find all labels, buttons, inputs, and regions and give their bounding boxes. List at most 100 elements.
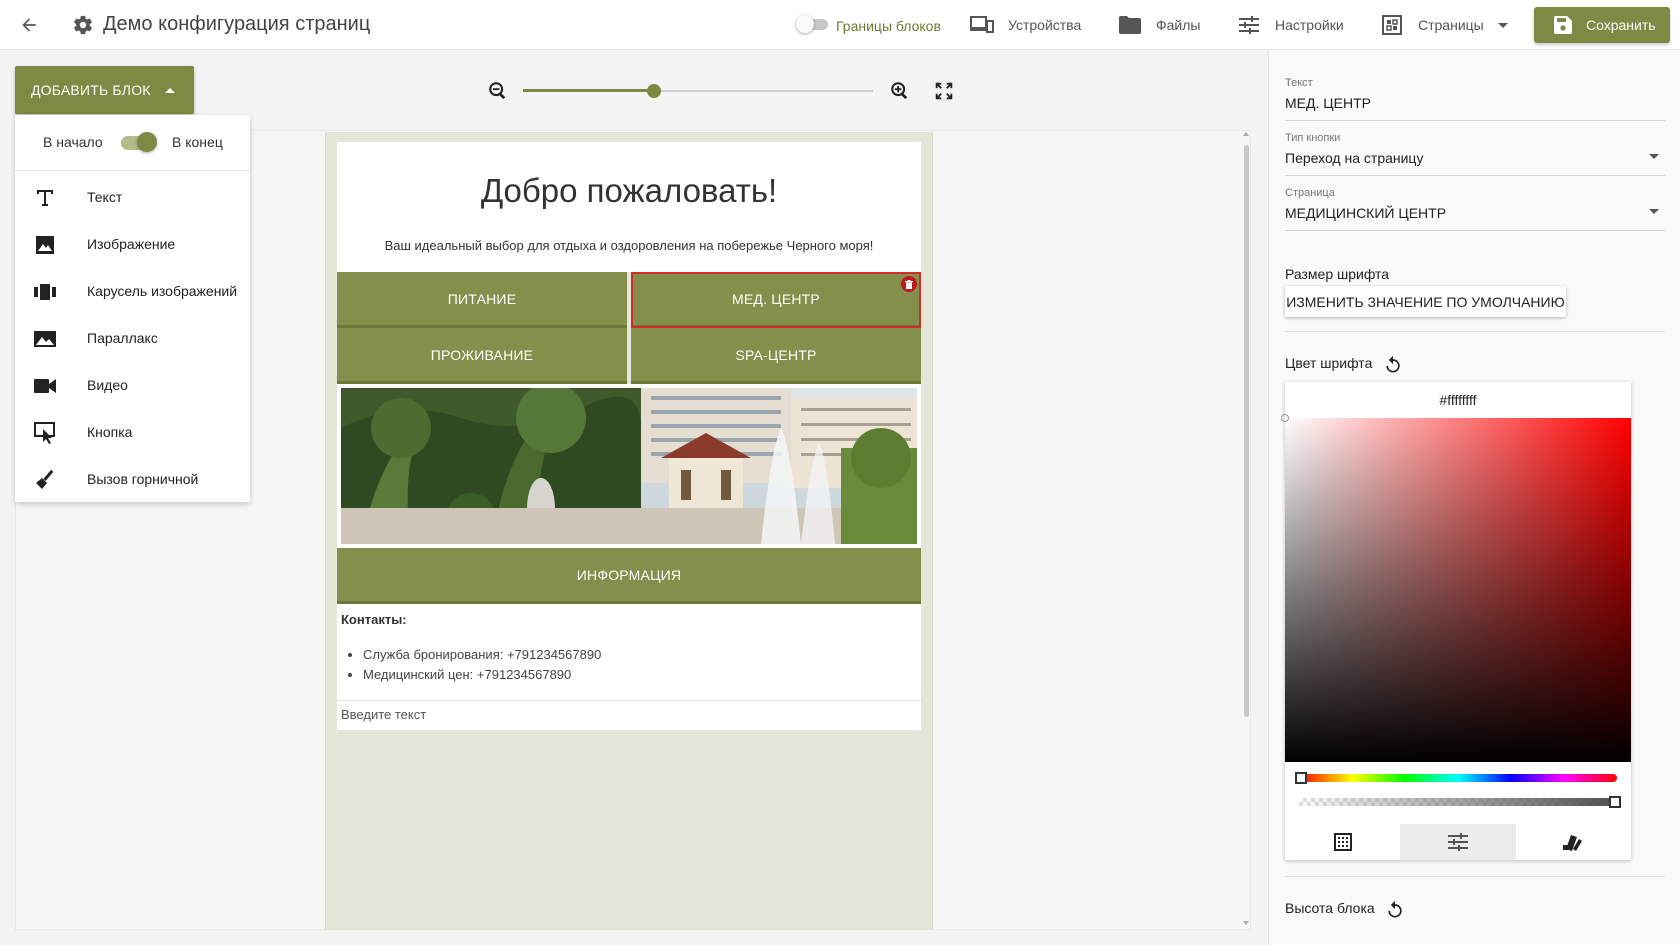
page-select[interactable]: Страница МЕДИЦИНСКИЙ ЦЕНТР [1285, 187, 1665, 231]
button-type-value: Переход на страницу [1285, 150, 1424, 166]
files-button[interactable]: Файлы [1118, 14, 1200, 36]
pages-button[interactable]: Страницы [1380, 14, 1508, 36]
folder-icon [1118, 14, 1142, 36]
change-default-button[interactable]: ИЗМЕНИТЬ ЗНАЧЕНИЕ ПО УМОЛЧАНИЮ [1285, 286, 1566, 317]
hue-slider[interactable] [1295, 772, 1617, 784]
menu-item-label: Текст [87, 189, 123, 205]
floppy-disk-icon [1554, 16, 1572, 34]
devices-label: Устройства [1008, 17, 1082, 33]
spa-center-button[interactable]: SPA-ЦЕНТР [631, 328, 921, 384]
button-type-select[interactable]: Тип кнопки Переход на страницу [1285, 132, 1665, 176]
settings-label: Настройки [1275, 17, 1344, 33]
trash-icon [905, 279, 913, 289]
scroll-down-arrow[interactable] [1243, 921, 1249, 925]
save-button[interactable]: Сохранить [1534, 7, 1670, 43]
page-select-label: Страница [1285, 187, 1335, 199]
new-text-block[interactable]: Введите текст [337, 701, 921, 730]
gear-icon [72, 14, 94, 36]
back-button[interactable] [16, 12, 42, 38]
menu-item-image[interactable]: Изображение [15, 221, 250, 268]
med-center-label: МЕД. ЦЕНТР [732, 290, 820, 307]
zoom-slider[interactable] [523, 82, 873, 100]
text-block-placeholder: Введите текст [341, 707, 427, 722]
settings-button[interactable]: Настройки [1237, 14, 1344, 36]
files-label: Файлы [1156, 17, 1201, 33]
menu-item-parallax[interactable]: Параллакс [15, 315, 250, 362]
menu-item-button[interactable]: Кнопка [15, 409, 250, 456]
alpha-slider[interactable] [1299, 796, 1621, 808]
menu-item-maid-call[interactable]: Вызов горничной [15, 456, 250, 503]
menu-item-video[interactable]: Видео [15, 362, 250, 409]
sliders-icon [1447, 833, 1468, 851]
button-grid-block: ПИТАНИЕ МЕД. ЦЕНТР ПРОЖИВАНИЕ SPA-ЦЕНТР [337, 272, 921, 384]
palette-grid-icon [1333, 833, 1352, 851]
add-block-button[interactable]: ДОБАВИТЬ БЛОК [15, 66, 194, 114]
contacts-text-block[interactable]: Контакты: Служба бронирования: +79123456… [337, 604, 921, 701]
image-block[interactable] [337, 384, 921, 548]
scroll-up-arrow[interactable] [1243, 132, 1249, 136]
resort-photo [341, 388, 917, 544]
text-field[interactable]: Текст МЕД. ЦЕНТР [1285, 77, 1665, 121]
save-label: Сохранить [1586, 17, 1656, 33]
menu-item-label: Параллакс [87, 330, 158, 346]
zoom-in-icon[interactable] [889, 80, 911, 102]
reset-icon[interactable] [1383, 355, 1403, 375]
canvas-scrollbar[interactable] [1244, 145, 1249, 717]
food-button[interactable]: ПИТАНИЕ [337, 272, 627, 328]
fullscreen-icon[interactable] [933, 80, 955, 102]
devices-button[interactable]: Устройства [970, 14, 1081, 36]
divider [1285, 876, 1665, 877]
hue-slider-handle[interactable] [1295, 772, 1307, 784]
menu-item-carousel[interactable]: Карусель изображений [15, 268, 250, 315]
alpha-slider-handle[interactable] [1609, 796, 1621, 808]
menu-item-text[interactable]: Текст [15, 174, 250, 221]
button-type-label: Тип кнопки [1285, 132, 1341, 144]
image-icon [33, 233, 57, 257]
zoom-out-icon[interactable] [487, 80, 509, 102]
delete-block-button[interactable] [901, 276, 917, 292]
contacts-list: Служба бронирования: +791234567890 Медиц… [363, 645, 601, 685]
divider [1285, 331, 1665, 332]
sv-handle[interactable] [1281, 414, 1289, 422]
insert-position-row: В начало В конец [15, 115, 250, 171]
accommodation-button[interactable]: ПРОЖИВАНИЕ [337, 328, 627, 384]
swatches-icon [1563, 835, 1583, 851]
page-preview: Добро пожаловать! Ваш идеальный выбор дл… [337, 142, 921, 730]
page-select-value: МЕДИЦИНСКИЙ ЦЕНТР [1285, 205, 1447, 221]
text-field-label: Текст [1285, 77, 1313, 89]
tab-palette[interactable] [1285, 824, 1400, 860]
app-title: Демо конфигурация страниц [103, 13, 371, 35]
reset-icon[interactable] [1385, 900, 1405, 920]
saturation-value-area[interactable] [1281, 414, 1631, 762]
menu-item-label: Кнопка [87, 424, 133, 440]
contacts-title: Контакты: [341, 612, 407, 627]
video-icon [33, 374, 57, 398]
top-bar: Демо конфигурация страниц Границы блоков… [0, 0, 1680, 50]
color-picker: #ffffffff [1281, 382, 1631, 860]
contact-booking: Служба бронирования: +791234567890 [363, 645, 601, 665]
insert-position-toggle[interactable] [121, 131, 157, 153]
properties-panel: Текст МЕД. ЦЕНТР Тип кнопки Переход на с… [1268, 50, 1680, 945]
arrow-left-icon [22, 18, 36, 32]
information-button[interactable]: ИНФОРМАЦИЯ [337, 548, 921, 604]
carousel-icon [33, 280, 57, 304]
tab-sliders[interactable] [1400, 824, 1516, 860]
color-hex-value[interactable]: #ffffffff [1285, 392, 1631, 408]
menu-item-label: Изображение [87, 236, 176, 252]
font-size-label: Размер шрифта [1285, 266, 1390, 282]
menu-item-label: Карусель изображений [87, 283, 238, 299]
button-icon [33, 421, 57, 445]
position-start-label: В начало [43, 134, 103, 150]
zoom-slider-thumb[interactable] [647, 84, 661, 98]
welcome-subtitle: Ваш идеальный выбор для отдыха и оздоров… [384, 238, 874, 253]
tab-swatches[interactable] [1516, 824, 1631, 860]
sliders-icon [1237, 14, 1261, 36]
block-borders-toggle[interactable] [796, 15, 828, 33]
chevron-down-icon [1649, 154, 1659, 159]
block-borders-label[interactable]: Границы блоков [836, 15, 941, 37]
toggle-knob [137, 132, 157, 152]
picker-mode-tabs [1285, 824, 1631, 860]
block-height-label: Высота блока [1285, 900, 1375, 916]
welcome-text-block[interactable]: Добро пожаловать! Ваш идеальный выбор дл… [337, 142, 921, 272]
med-center-button[interactable]: МЕД. ЦЕНТР [631, 272, 921, 328]
